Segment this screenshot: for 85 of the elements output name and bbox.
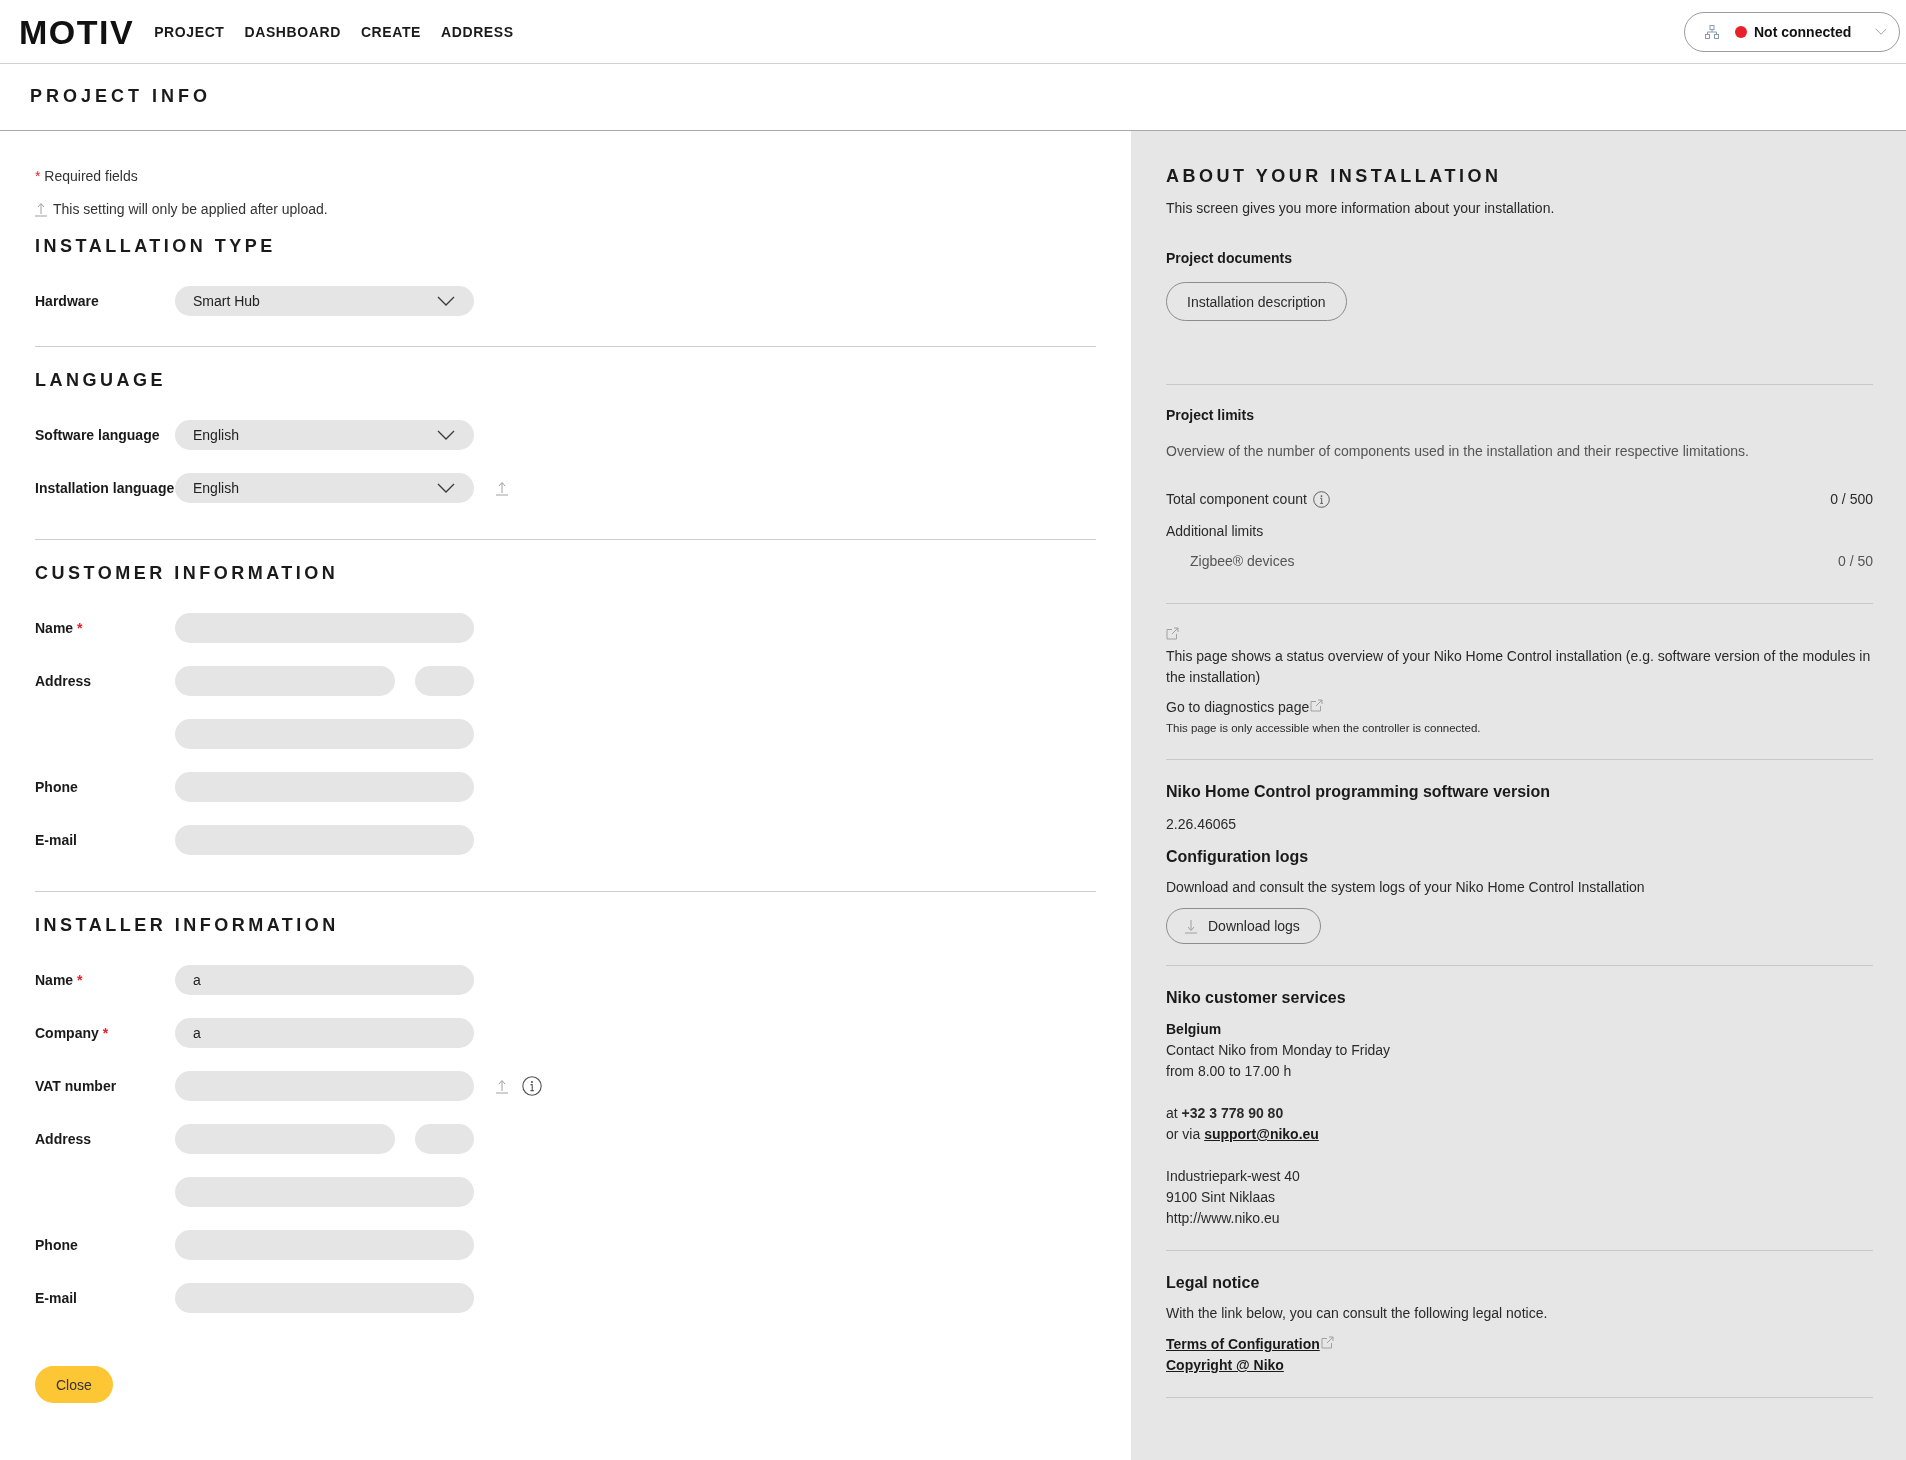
limit-label: Total component count (1166, 490, 1307, 509)
chevron-icon (437, 296, 455, 306)
field-label: Name * (35, 620, 84, 636)
text-field[interactable] (415, 666, 474, 696)
description-text: Overview of the number of components used in the installation and their respective limitations. (1166, 442, 1750, 461)
dropdown[interactable]: English (175, 473, 474, 503)
subheading: Project limits (1166, 406, 1255, 425)
logo[interactable]: MOTIV (19, 14, 135, 49)
info-icon[interactable] (1312, 491, 1330, 508)
email-link[interactable]: support@niko.eu (1204, 1126, 1319, 1142)
text-field[interactable] (175, 719, 474, 749)
text-field[interactable] (175, 1124, 395, 1154)
text-field[interactable]: a (175, 965, 474, 995)
legal-link[interactable]: Copyright @ Niko (1166, 1355, 1284, 1376)
contact-text: from 8.00 to 17.00 h (1166, 1062, 1293, 1081)
field-label: Phone (35, 1237, 79, 1253)
network-icon (1705, 24, 1719, 39)
section-title: LANGUAGE (35, 369, 167, 392)
connection-dropdown[interactable]: Not connected (1684, 11, 1900, 52)
text-field[interactable] (175, 772, 474, 802)
field-label: Hardware (35, 293, 100, 309)
info-icon[interactable] (522, 1076, 542, 1096)
text-field[interactable] (175, 825, 474, 855)
close-button[interactable]: Close (35, 1366, 113, 1403)
legal-link[interactable]: Terms of Configuration (1166, 1334, 1334, 1355)
text-field[interactable] (175, 1071, 474, 1101)
address-text: 9100 Sint Niklaas (1166, 1188, 1276, 1207)
text-field[interactable] (415, 1124, 474, 1154)
description-text: Download and consult the system logs of your Niko Home Control Installation (1166, 878, 1646, 897)
text-field[interactable]: a (175, 1018, 474, 1048)
subheading: Niko Home Control programming software version (1166, 782, 1552, 802)
page-title: PROJECT INFO (30, 85, 211, 108)
subheading: Legal notice (1166, 1273, 1261, 1293)
chevron-icon (437, 483, 455, 493)
panel-title: ABOUT YOUR INSTALLATION (1166, 165, 1503, 188)
text-field[interactable] (175, 1283, 474, 1313)
download-icon (1185, 918, 1197, 934)
subheading: Configuration logs (1166, 847, 1310, 867)
field-label: Installation language (35, 480, 175, 496)
field-label: Company * (35, 1025, 110, 1041)
text-field[interactable] (175, 1177, 474, 1207)
upload-note-text: This setting will only be applied after upload. (53, 200, 328, 219)
section-title: INSTALLATION TYPE (35, 235, 277, 258)
limit-value: 0 / 50 (1837, 552, 1873, 571)
field-label: E-mail (35, 832, 78, 848)
subheading: Project documents (1166, 249, 1294, 268)
chevron-icon (437, 430, 455, 440)
external-link-icon (1166, 627, 1179, 640)
intro-text: This screen gives you more information about your installation. (1166, 199, 1556, 218)
chevron-icon (1875, 28, 1887, 35)
dropdown[interactable]: Smart Hub (175, 286, 474, 316)
field-label: Phone (35, 779, 79, 795)
nav-menu-item[interactable]: CREATE (360, 23, 422, 40)
description-text: With the link below, you can consult the following legal notice. (1166, 1304, 1549, 1323)
address-text: http://www.niko.eu (1166, 1209, 1281, 1228)
upload-icon (35, 202, 47, 217)
dropdown[interactable]: English (175, 420, 474, 450)
version-text: 2.26.46065 (1166, 815, 1238, 834)
text-field[interactable] (175, 613, 474, 643)
nav-menu-item[interactable]: DASHBOARD (244, 23, 341, 40)
subheading: Niko customer services (1166, 988, 1347, 1008)
diagnostics-link[interactable]: Go to diagnostics page (1166, 699, 1324, 715)
country-label: Belgium (1166, 1020, 1223, 1039)
text-field[interactable] (175, 666, 395, 696)
limit-value: 0 / 500 (1830, 490, 1873, 509)
field-label: E-mail (35, 1290, 78, 1306)
note-text: This page is only accessible when the controller is connected. (1166, 721, 1482, 736)
address-text: Industriepark-west 40 (1166, 1167, 1301, 1186)
section-title: CUSTOMER INFORMATION (35, 562, 340, 585)
section-title: INSTALLER INFORMATION (35, 914, 340, 937)
description-text: This page shows a status overview of your Niko Home Control installation (e.g. software version of the modules in the installation) (1166, 647, 1872, 687)
field-label: VAT number (35, 1078, 118, 1094)
field-label: Address (35, 673, 93, 689)
limit-label: Zigbee® devices (1190, 552, 1295, 571)
nav-menu-item[interactable]: ADDRESS (441, 23, 514, 40)
field-label: Name * (35, 972, 84, 988)
contact-text: Contact Niko from Monday to Friday (1166, 1041, 1392, 1060)
phone-text: at +32 3 778 90 80 (1166, 1104, 1285, 1123)
required-note: * Required fields (35, 167, 139, 186)
limits-heading: Additional limits (1166, 522, 1265, 541)
nav-menu-item[interactable]: PROJECT (154, 23, 225, 40)
field-label: Address (35, 1131, 93, 1147)
text-field[interactable] (175, 1230, 474, 1260)
field-label: Software language (35, 427, 161, 443)
email-line: or via support@niko.eu (1166, 1125, 1320, 1144)
